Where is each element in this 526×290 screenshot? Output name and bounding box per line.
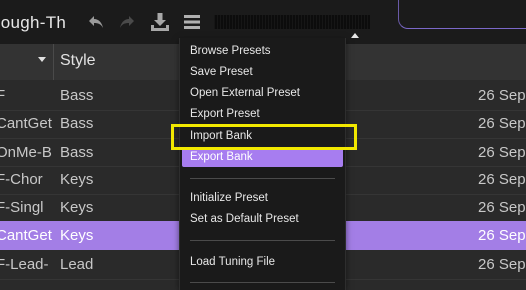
menu-separator (190, 240, 335, 241)
sort-desc-icon[interactable] (38, 57, 46, 62)
style-cell: Bass (60, 144, 94, 161)
preset-name: nough-Th (0, 13, 67, 32)
menu-item-save-preset[interactable]: Save Preset (182, 62, 343, 82)
menu-item-export-bank[interactable]: Export Bank (182, 147, 343, 167)
style-cell: Bass (60, 87, 94, 104)
style-cell: Lead (60, 256, 94, 273)
install-tray-icon (151, 13, 169, 31)
date-cell: 26 Sep (478, 87, 526, 104)
preset-name-field[interactable]: nough-Th (0, 7, 76, 37)
date-cell: 26 Sep (478, 227, 526, 244)
menu-item-open-external-preset[interactable]: Open External Preset (182, 83, 343, 103)
preset-name-cell: F-Singl (0, 199, 44, 216)
caret-up-icon (351, 33, 359, 38)
install-button[interactable] (148, 10, 172, 34)
menu-separator (190, 282, 335, 283)
date-cell: 26 Sep (478, 115, 526, 132)
preset-name-cell: OnMe-B (0, 144, 52, 161)
undo-arrow-icon (89, 16, 103, 28)
style-column-header[interactable]: Style (60, 52, 96, 70)
menu-item-load-tuning-file[interactable]: Load Tuning File (182, 252, 343, 272)
menu-item-export-preset[interactable]: Export Preset (182, 104, 343, 124)
preset-name-cell: CantGet (0, 115, 52, 132)
horizontal-scrollbar[interactable] (398, 0, 526, 29)
menu-item-browse-presets[interactable]: Browse Presets (182, 41, 343, 61)
preset-dropdown-menu: Browse Presets Save Preset Open External… (179, 38, 346, 290)
preset-name-cell: F-Lead- (0, 256, 49, 273)
redo-arrow-icon (120, 16, 134, 28)
date-cell: 26 Sep (478, 171, 526, 188)
level-meter (214, 15, 370, 29)
style-cell: Keys (60, 227, 94, 244)
menu-item-initialize-preset[interactable]: Initialize Preset (182, 188, 343, 208)
date-cell: 26 Sep (478, 144, 526, 161)
style-cell: Bass (60, 115, 94, 132)
date-cell: 26 Sep (478, 256, 526, 273)
column-divider[interactable] (53, 44, 54, 80)
menu-item-set-default-preset[interactable]: Set as Default Preset (182, 209, 343, 229)
redo-button[interactable] (115, 10, 139, 34)
undo-button[interactable] (84, 10, 108, 34)
date-cell: 26 Sep (478, 199, 526, 216)
style-cell: Keys (60, 199, 94, 216)
annotation-highlight-box (171, 124, 357, 150)
preset-name-cell: CantGet (0, 227, 52, 244)
menu-separator (190, 178, 335, 179)
style-cell: Keys (60, 171, 94, 188)
preset-name-cell: F-Chor (0, 171, 43, 188)
menu-stack-icon (184, 15, 200, 29)
preset-name-cell: F (0, 87, 6, 104)
preset-menu-button[interactable] (180, 10, 204, 34)
